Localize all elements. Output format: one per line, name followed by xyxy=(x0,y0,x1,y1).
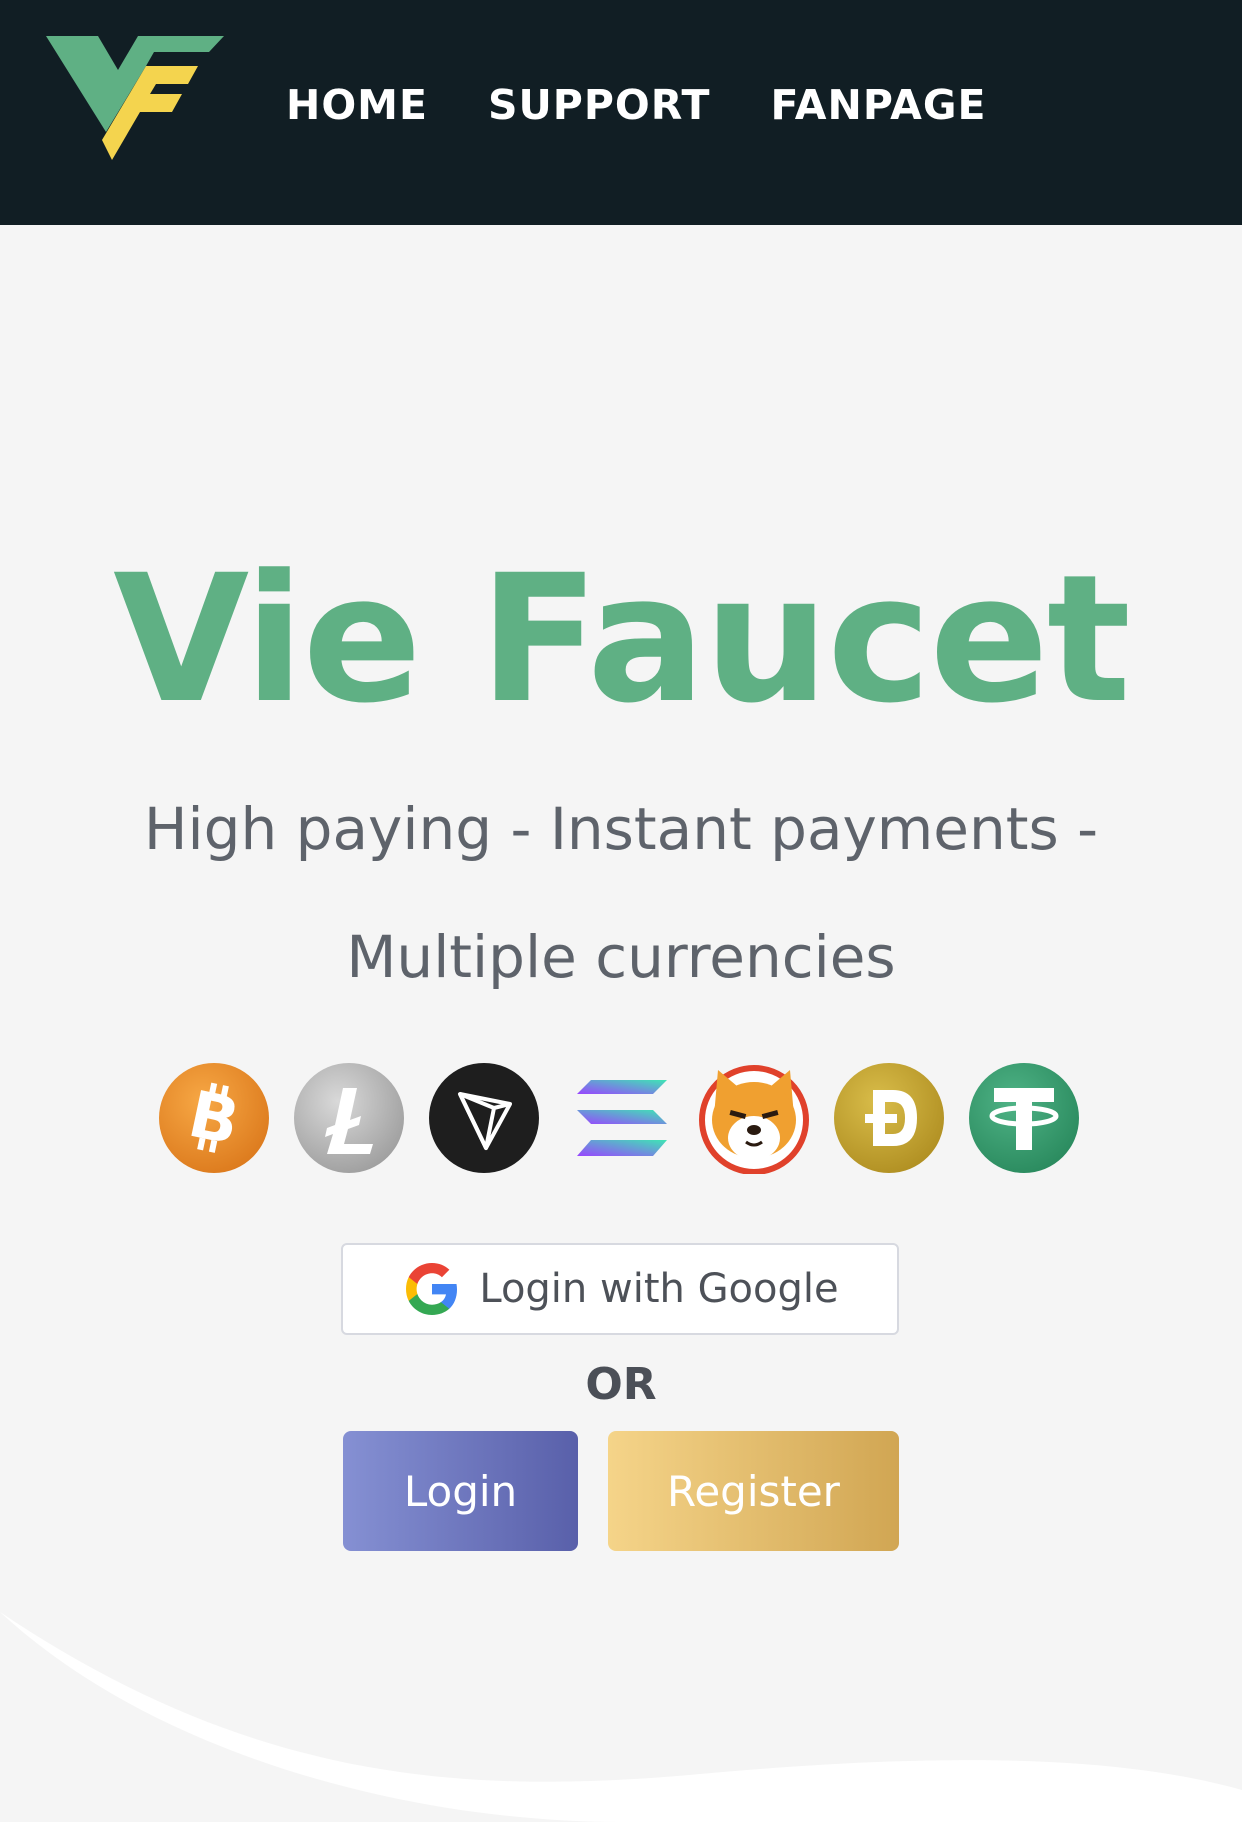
shiba-inu-icon xyxy=(699,1065,809,1174)
litecoin-icon xyxy=(294,1063,404,1173)
coin-icons-row: B xyxy=(158,1062,1080,1174)
tether-icon xyxy=(969,1063,1079,1173)
bitcoin-icon: B xyxy=(159,1063,269,1173)
nav-fanpage-link[interactable]: FANPAGE xyxy=(770,80,986,130)
register-button[interactable]: Register xyxy=(608,1431,899,1551)
nav-support-link[interactable]: SUPPORT xyxy=(488,80,710,130)
main-nav: HOME SUPPORT FANPAGE xyxy=(286,80,987,130)
nav-home-link[interactable]: HOME xyxy=(286,80,428,130)
google-login-button[interactable]: Login with Google xyxy=(341,1243,899,1335)
bottom-wave-decoration xyxy=(0,1612,1242,1822)
solana-icon xyxy=(577,1080,667,1156)
dogecoin-icon xyxy=(834,1063,944,1173)
google-g-icon xyxy=(406,1263,458,1315)
or-divider-text: OR xyxy=(585,1359,657,1410)
vf-logo-icon[interactable] xyxy=(46,36,224,160)
hero-tagline: High paying - Instant payments - Multipl… xyxy=(143,795,1099,991)
tron-icon xyxy=(429,1063,539,1173)
hero-title: Vie Faucet xyxy=(113,537,1131,742)
top-navbar: HOME SUPPORT FANPAGE xyxy=(0,0,1242,225)
login-button[interactable]: Login xyxy=(343,1431,578,1551)
google-login-label: Login with Google xyxy=(479,1266,839,1312)
